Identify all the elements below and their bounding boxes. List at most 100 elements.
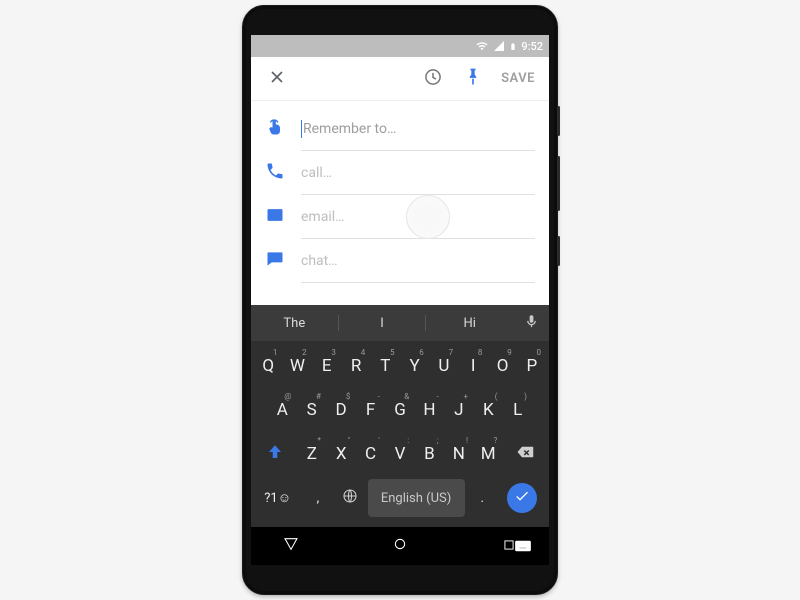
key-hint: - (436, 392, 438, 401)
reminder-type-list: Remember to… call… email… (251, 101, 549, 289)
status-time: 9:52 (521, 40, 543, 53)
key-q[interactable]: Q1 (255, 347, 281, 385)
close-icon (267, 67, 287, 91)
keyboard-suggestion-strip: The I Hi (251, 305, 549, 341)
key-r[interactable]: R4 (343, 347, 369, 385)
mic-icon (524, 314, 539, 333)
shift-key[interactable] (255, 435, 296, 473)
toolbar: SAVE (251, 57, 549, 101)
key-hint: $ (346, 392, 351, 401)
key-m[interactable]: M? (475, 435, 501, 473)
backspace-key[interactable] (504, 435, 545, 473)
enter-key[interactable] (500, 479, 545, 517)
key-v[interactable]: V: (387, 435, 413, 473)
key-x[interactable]: X" (328, 435, 354, 473)
key-y[interactable]: Y6 (402, 347, 428, 385)
symbols-key[interactable]: ?1☺ (255, 479, 300, 517)
key-b[interactable]: B; (416, 435, 442, 473)
key-hint: 9 (507, 348, 512, 357)
key-hint: @ (284, 392, 291, 401)
home-icon (392, 536, 408, 556)
key-hint: # (316, 392, 321, 401)
signal-icon (493, 40, 505, 52)
email-icon (265, 205, 285, 229)
key-hint: ( (495, 392, 498, 401)
key-hint: : (407, 436, 409, 445)
key-e[interactable]: E3 (314, 347, 340, 385)
phone-side-button (557, 236, 560, 266)
spacebar[interactable]: English (US) (368, 479, 465, 517)
key-l[interactable]: L) (505, 391, 531, 429)
key-hint: + (464, 392, 469, 401)
comma-key[interactable]: , (303, 479, 332, 517)
key-hint: ; (437, 436, 439, 445)
key-hint: 8 (478, 348, 483, 357)
pin-icon (463, 67, 483, 91)
reminder-row-chat[interactable]: chat… (251, 239, 549, 283)
key-i[interactable]: I8 (460, 347, 486, 385)
navigation-bar (251, 527, 549, 565)
reminder-row-remember[interactable]: Remember to… (251, 107, 549, 151)
status-bar: 9:52 (251, 35, 549, 57)
reminder-row-label: chat… (301, 253, 338, 269)
nav-back-button[interactable] (271, 531, 311, 561)
key-z[interactable]: Z* (299, 435, 325, 473)
touch-icon (265, 117, 285, 141)
key-hint: " (348, 436, 351, 445)
language-key[interactable] (335, 479, 364, 517)
prediction-chip[interactable]: Hi (426, 305, 513, 341)
keyboard-area: The I Hi Q1W2E3R4T5Y6U7I8O9P0 A@S#D$F‑G&… (251, 305, 549, 565)
key-hint: 2 (302, 348, 307, 357)
nav-ime-button[interactable] (503, 531, 543, 561)
key-g[interactable]: G& (387, 391, 413, 429)
phone-side-button (557, 106, 560, 136)
chat-icon (265, 249, 285, 273)
key-hint: 6 (419, 348, 424, 357)
key-a[interactable]: A@ (269, 391, 295, 429)
key-o[interactable]: O9 (489, 347, 515, 385)
key-hint: ? (494, 436, 498, 445)
phone-side-button (557, 156, 560, 211)
key-s[interactable]: S# (298, 391, 324, 429)
key-hint: 3 (331, 348, 336, 357)
screen: 9:52 SAVE Remember (251, 35, 549, 565)
key-w[interactable]: W2 (284, 347, 310, 385)
globe-icon (342, 488, 358, 508)
back-icon (283, 536, 299, 556)
key-hint: 5 (390, 348, 395, 357)
time-reminder-button[interactable] (417, 63, 449, 95)
key-u[interactable]: U7 (431, 347, 457, 385)
prediction-chip[interactable]: The (251, 305, 338, 341)
pin-button[interactable] (457, 63, 489, 95)
key-h[interactable]: H- (416, 391, 442, 429)
keyboard-icon (515, 537, 531, 556)
key-hint: ' (378, 436, 379, 445)
key-hint: * (318, 436, 321, 445)
reminder-row-call[interactable]: call… (251, 151, 549, 195)
key-n[interactable]: N! (446, 435, 472, 473)
save-button[interactable]: SAVE (497, 71, 539, 86)
key-hint: ‑ (378, 392, 380, 401)
nav-home-button[interactable] (380, 531, 420, 561)
reminder-row-label: call… (301, 165, 332, 181)
prediction-chip[interactable]: I (339, 305, 426, 341)
keyboard: Q1W2E3R4T5Y6U7I8O9P0 A@S#D$F‑G&H-J+K(L) … (251, 341, 549, 527)
key-hint: & (404, 392, 409, 401)
voice-input-button[interactable] (513, 314, 549, 333)
key-c[interactable]: C' (357, 435, 383, 473)
key-j[interactable]: J+ (446, 391, 472, 429)
check-icon (514, 488, 530, 508)
key-p[interactable]: P0 (519, 347, 545, 385)
key-t[interactable]: T5 (372, 347, 398, 385)
reminder-placeholder: Remember to… (303, 121, 396, 137)
wifi-icon (475, 40, 489, 52)
reminder-row-email[interactable]: email… (251, 195, 549, 239)
key-d[interactable]: D$ (328, 391, 354, 429)
backspace-icon (516, 443, 534, 466)
key-k[interactable]: K( (475, 391, 501, 429)
close-button[interactable] (261, 63, 293, 95)
key-hint: 7 (449, 348, 454, 357)
key-f[interactable]: F‑ (357, 391, 383, 429)
period-key[interactable]: . (468, 479, 497, 517)
key-hint: ! (466, 436, 468, 445)
